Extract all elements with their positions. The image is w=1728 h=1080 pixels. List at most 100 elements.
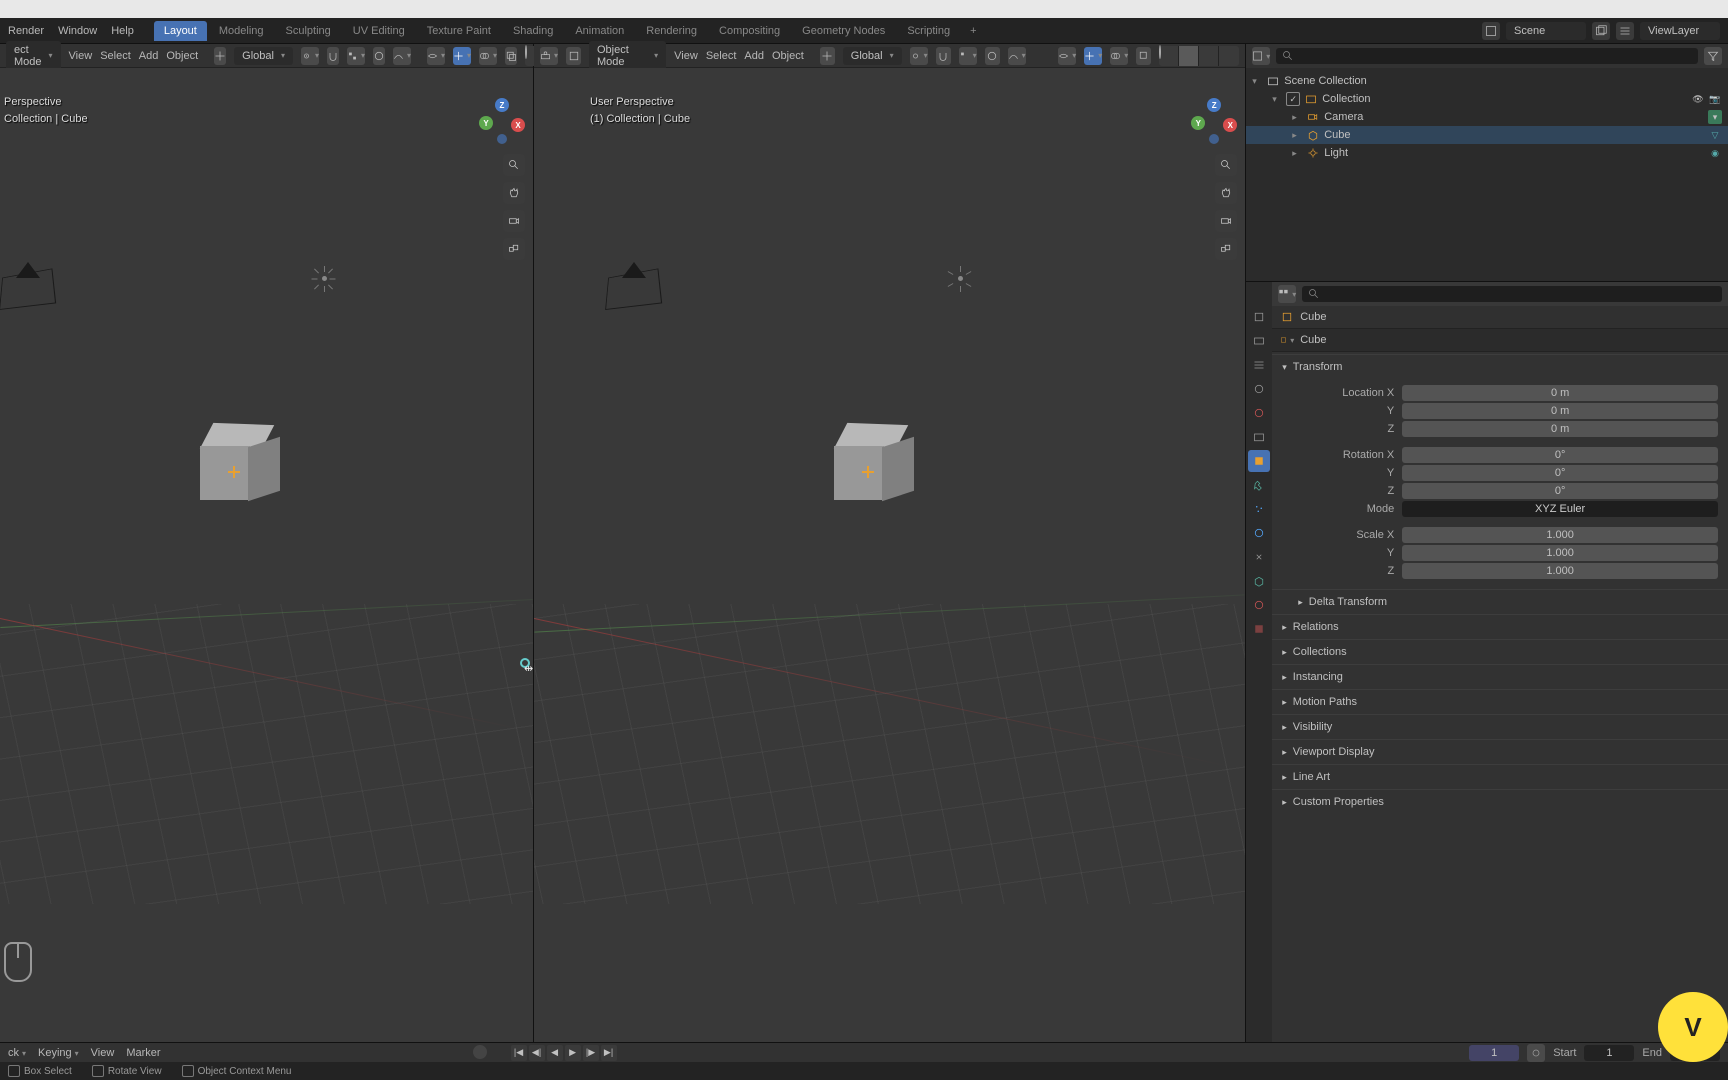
auto-keying-icon[interactable] [473,1045,487,1059]
menu-help[interactable]: Help [111,25,134,37]
panel-transform[interactable]: ▾Transform [1272,354,1728,379]
scale-y-field[interactable]: 1.000 [1402,545,1718,561]
tree-item-cube[interactable]: ▸ Cube ▽ [1246,126,1728,144]
snap-toggle-icon[interactable] [327,47,339,65]
tab-object-icon[interactable] [1248,450,1270,472]
nav-gizmo[interactable]: Z Y X [479,100,523,144]
camera-object-r[interactable] [602,268,672,318]
gizmo-neg-z[interactable] [497,134,507,144]
timeline-playback-menu[interactable]: ck [8,1047,26,1059]
gizmo-x-axis[interactable]: X [511,118,525,132]
jump-keyframe-back-icon[interactable]: ◀| [529,1045,545,1061]
properties-search-input[interactable] [1302,286,1722,302]
menu-add[interactable]: Add [139,50,159,62]
persp-ortho-icon[interactable] [503,238,525,260]
cube-object[interactable] [200,438,264,502]
scene-canvas-left[interactable] [0,68,533,1042]
mode-dropdown[interactable]: ect Mode [6,41,61,71]
timeline-keying-menu[interactable]: Keying [38,1047,79,1059]
play-reverse-icon[interactable]: ◀ [547,1045,563,1061]
camera-object[interactable] [0,268,66,318]
add-workspace-button[interactable]: + [962,21,984,41]
editor-type-icon[interactable] [540,47,558,65]
tree-root[interactable]: ▾ Scene Collection [1246,72,1728,90]
visibility-icon-r[interactable] [1058,47,1076,65]
light-object[interactable] [312,266,336,290]
snap-dropdown-r[interactable] [959,47,977,65]
mode-dropdown-right[interactable]: Object Mode [589,41,666,71]
tab-constraints-icon[interactable] [1248,546,1270,568]
location-x-field[interactable]: 0 m [1402,385,1718,401]
pivot-icon-r[interactable] [910,47,928,65]
tab-layout[interactable]: Layout [154,21,207,41]
object-datablock-icon[interactable] [1280,310,1294,324]
zoom-icon[interactable] [503,154,525,176]
scene-name-field[interactable]: Scene [1506,22,1586,40]
outliner-filter-icon[interactable] [1704,47,1722,65]
menu-view[interactable]: View [69,50,93,62]
tab-scene-icon[interactable] [1248,378,1270,400]
tab-shading[interactable]: Shading [503,21,563,41]
orientation-dropdown[interactable]: Global [234,47,293,65]
tab-geometry-nodes[interactable]: Geometry Nodes [792,21,895,41]
shading-rendered-r[interactable] [1219,46,1239,66]
tab-texture-paint[interactable]: Texture Paint [417,21,501,41]
gizmo-z-r[interactable]: Z [1207,98,1221,112]
rotation-x-field[interactable]: 0° [1402,447,1718,463]
xray-icon-r[interactable] [1136,47,1151,65]
gizmo-y-axis[interactable]: Y [479,116,493,130]
light-data-icon[interactable]: ◉ [1708,146,1722,160]
gizmo-y-r[interactable]: Y [1191,116,1205,130]
tab-sculpting[interactable]: Sculpting [276,21,341,41]
menu-add-r[interactable]: Add [744,50,764,62]
panel-motion-paths[interactable]: ▸Motion Paths [1272,689,1728,714]
pivot-icon[interactable] [301,47,319,65]
start-frame-field[interactable]: 1 [1584,1045,1634,1061]
gizmo-z-axis[interactable]: Z [495,98,509,112]
outliner-search-input[interactable] [1276,48,1698,64]
viewport-left[interactable]: ect Mode View Select Add Object Global [0,44,534,1042]
scene-canvas-right[interactable] [534,68,1245,1042]
current-frame-field[interactable]: 1 [1469,1045,1519,1061]
menu-view-r[interactable]: View [674,50,698,62]
jump-to-end-icon[interactable]: ▶| [601,1045,617,1061]
menu-object[interactable]: Object [166,50,198,62]
tree-item-light[interactable]: ▸ Light ◉ [1246,144,1728,162]
shading-wireframe-r[interactable] [1159,46,1179,66]
tree-collection[interactable]: ▾ ✓ Collection 👁 📷 [1246,90,1728,108]
rotation-z-field[interactable]: 0° [1402,483,1718,499]
timeline-view-menu[interactable]: View [91,1047,115,1059]
light-object-r[interactable] [948,266,972,290]
panel-collections[interactable]: ▸Collections [1272,639,1728,664]
location-y-field[interactable]: 0 m [1402,403,1718,419]
camera-view-icon[interactable] [503,210,525,232]
tab-texture-icon[interactable] [1248,618,1270,640]
persp-ortho-icon-r[interactable] [1215,238,1237,260]
tab-modeling[interactable]: Modeling [209,21,274,41]
menu-select-r[interactable]: Select [706,50,737,62]
checkbox-icon[interactable]: ✓ [1286,92,1300,106]
outliner-display-mode-icon[interactable] [1252,47,1270,65]
panel-custom-properties[interactable]: ▸Custom Properties [1272,789,1728,814]
panel-instancing[interactable]: ▸Instancing [1272,664,1728,689]
tab-particles-icon[interactable] [1248,498,1270,520]
preview-range-icon[interactable] [1527,1044,1545,1062]
play-icon[interactable]: ▶ [565,1045,581,1061]
mode-icon[interactable] [566,47,581,65]
timeline-marker-menu[interactable]: Marker [126,1047,160,1059]
scene-browse-icon[interactable] [1482,22,1500,40]
gizmo-icon-r[interactable] [1084,47,1102,65]
exclude-icon[interactable]: 👁 [1691,92,1705,106]
pan-icon-r[interactable] [1215,182,1237,204]
rotation-y-field[interactable]: 0° [1402,465,1718,481]
orientation-dropdown-r[interactable]: Global [843,47,902,65]
viewlayer-browse-icon[interactable] [1616,22,1634,40]
panel-visibility[interactable]: ▸Visibility [1272,714,1728,739]
mesh-data-icon[interactable]: ▽ [1708,128,1722,142]
nav-gizmo-r[interactable]: Z Y X [1191,100,1235,144]
rotation-mode-dropdown[interactable]: XYZ Euler [1402,501,1718,517]
tab-viewlayer-icon[interactable] [1248,354,1270,376]
mesh-datablock-icon[interactable] [1280,333,1294,347]
proportional-falloff-r[interactable] [1008,47,1026,65]
tab-data-mesh-icon[interactable] [1248,570,1270,592]
